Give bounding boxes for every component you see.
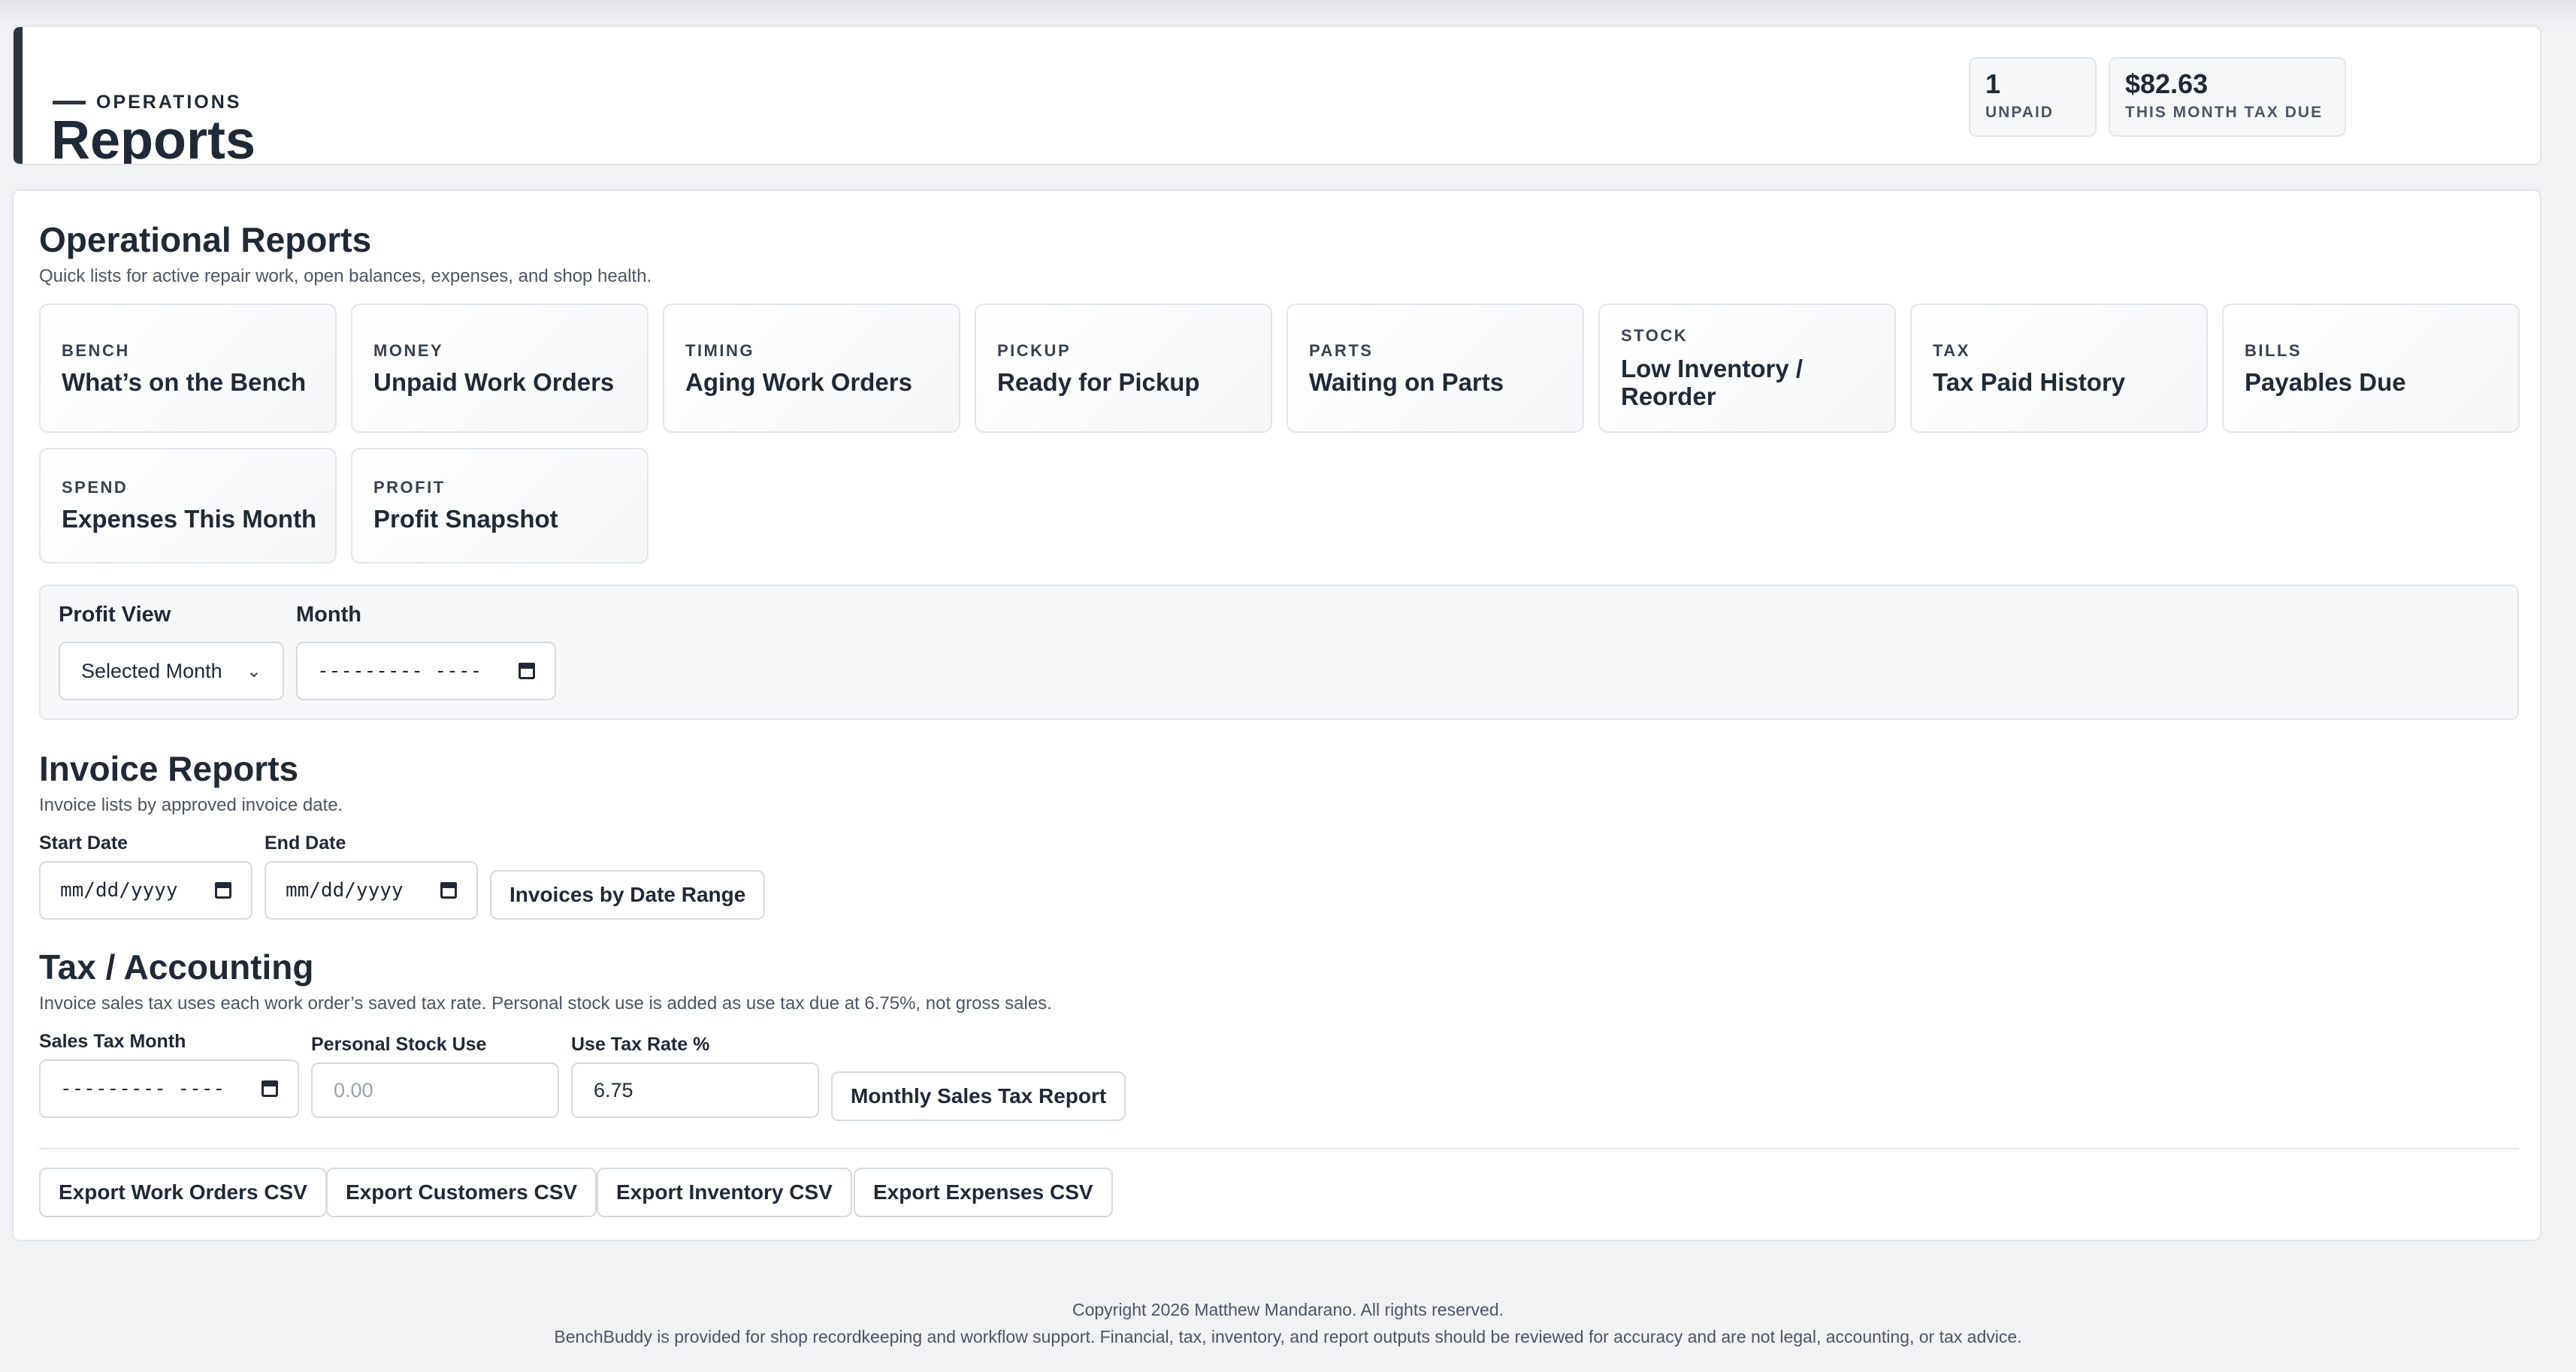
tax-accounting-title: Tax / Accounting <box>39 947 314 987</box>
tile-category: MONEY <box>373 341 444 360</box>
monthly-sales-tax-report-button[interactable]: Monthly Sales Tax Report <box>831 1071 1126 1121</box>
invoice-reports-subtitle: Invoice lists by approved invoice date. <box>39 795 343 815</box>
invoices-by-date-range-button[interactable]: Invoices by Date Range <box>490 870 766 920</box>
report-tile-pickup[interactable]: PICKUP Ready for Pickup <box>975 304 1272 433</box>
tax-due-label: THIS MONTH TAX DUE <box>2125 104 2324 121</box>
tax-accounting-subtitle: Invoice sales tax uses each work order’s… <box>39 993 1052 1014</box>
tile-category: PROFIT <box>373 478 446 497</box>
unpaid-count: 1 <box>1985 68 2001 99</box>
personal-stock-use-placeholder: 0.00 <box>334 1078 373 1102</box>
calendar-icon[interactable] <box>440 882 457 899</box>
use-tax-rate-input[interactable]: 6.75 <box>571 1062 819 1118</box>
calendar-icon[interactable] <box>519 663 535 679</box>
report-tile-bills[interactable]: BILLS Payables Due <box>2222 304 2520 433</box>
report-tile-stock[interactable]: STOCK Low Inventory / Reorder <box>1598 304 1896 433</box>
use-tax-rate-value: 6.75 <box>594 1078 633 1102</box>
invoice-reports-title: Invoice Reports <box>39 749 299 788</box>
page-title: Reports <box>51 110 256 165</box>
chevron-down-icon: ⌄ <box>246 660 262 681</box>
sales-tax-month-input[interactable]: --------- ---- <box>39 1059 299 1118</box>
operational-reports-title: Operational Reports <box>39 220 372 259</box>
tile-name: What’s on the Bench <box>62 368 307 396</box>
tile-category: STOCK <box>1621 326 1689 345</box>
export-expenses-csv-button[interactable]: Export Expenses CSV <box>854 1168 1113 1217</box>
unpaid-stat: 1 UNPAID <box>1969 57 2097 137</box>
tile-category: PICKUP <box>997 341 1072 360</box>
section-divider <box>39 1148 2519 1150</box>
use-tax-rate-label: Use Tax Rate % <box>571 1034 710 1055</box>
report-tile-parts[interactable]: PARTS Waiting on Parts <box>1286 304 1584 433</box>
profit-filter-box: Profit View Month Selected Month ⌄ -----… <box>39 585 2519 720</box>
tile-name: Expenses This Month <box>62 505 317 533</box>
report-tile-spend[interactable]: SPEND Expenses This Month <box>39 448 337 564</box>
start-date-input[interactable]: mm/dd/yyyy <box>39 861 252 920</box>
tile-category: PARTS <box>1309 341 1374 360</box>
tile-name: Aging Work Orders <box>685 368 912 396</box>
tile-category: TIMING <box>685 341 754 360</box>
unpaid-label: UNPAID <box>1985 104 2054 121</box>
calendar-icon[interactable] <box>262 1080 278 1097</box>
profit-view-label: Profit View <box>59 603 171 627</box>
report-tile-bench[interactable]: BENCH What’s on the Bench <box>39 304 337 433</box>
tax-due-stat: $82.63 THIS MONTH TAX DUE <box>2109 57 2346 137</box>
sales-tax-month-label: Sales Tax Month <box>39 1031 186 1052</box>
profit-view-value: Selected Month <box>81 659 222 682</box>
calendar-icon[interactable] <box>215 882 231 899</box>
report-tile-aging[interactable]: TIMING Aging Work Orders <box>663 304 960 433</box>
tile-name: Ready for Pickup <box>997 368 1200 396</box>
export-inventory-csv-button[interactable]: Export Inventory CSV <box>597 1168 852 1217</box>
tile-category: SPEND <box>62 478 128 497</box>
reports-panel: Operational Reports Quick lists for acti… <box>12 189 2541 1241</box>
report-tile-profit[interactable]: PROFIT Profit Snapshot <box>351 448 649 564</box>
footer-copyright: Copyright 2026 Matthew Mandarano. All ri… <box>1072 1300 1504 1319</box>
report-tile-tax[interactable]: TAX Tax Paid History <box>1910 304 2208 433</box>
tax-due-amount: $82.63 <box>2125 68 2209 99</box>
personal-stock-use-label: Personal Stock Use <box>311 1034 487 1055</box>
start-date-value: mm/dd/yyyy <box>60 879 178 902</box>
tile-name: Low Inventory / Reorder <box>1621 355 1804 410</box>
tile-name: Payables Due <box>2245 368 2406 396</box>
end-date-input[interactable]: mm/dd/yyyy <box>265 861 478 920</box>
month-label: Month <box>296 603 361 627</box>
tile-name: Profit Snapshot <box>373 505 558 533</box>
report-tile-unpaid[interactable]: MONEY Unpaid Work Orders <box>351 304 649 433</box>
page-header: OPERATIONS Reports 1 UNPAID $82.63 THIS … <box>12 26 2541 165</box>
end-date-label: End Date <box>265 833 346 854</box>
profit-month-value: --------- ---- <box>317 660 482 682</box>
end-date-value: mm/dd/yyyy <box>286 879 404 902</box>
tile-category: BENCH <box>62 341 130 360</box>
profit-month-input[interactable]: --------- ---- <box>296 642 556 700</box>
profit-view-select[interactable]: Selected Month ⌄ <box>59 642 284 700</box>
eyebrow-dash <box>53 101 86 104</box>
tile-name: Unpaid Work Orders <box>373 368 615 396</box>
tile-name: Waiting on Parts <box>1309 368 1504 396</box>
export-work-orders-csv-button[interactable]: Export Work Orders CSV <box>39 1168 327 1217</box>
sales-tax-month-value: --------- ---- <box>60 1077 225 1100</box>
operational-reports-subtitle: Quick lists for active repair work, open… <box>39 266 652 286</box>
tile-name: Tax Paid History <box>1933 368 2126 396</box>
tile-category: TAX <box>1933 341 1970 360</box>
tile-category: BILLS <box>2245 341 2302 360</box>
personal-stock-use-input[interactable]: 0.00 <box>311 1062 559 1118</box>
header-accent-bar <box>14 27 23 164</box>
export-customers-csv-button[interactable]: Export Customers CSV <box>326 1168 597 1217</box>
footer-disclaimer: BenchBuddy is provided for shop recordke… <box>554 1327 2022 1346</box>
start-date-label: Start Date <box>39 833 128 854</box>
